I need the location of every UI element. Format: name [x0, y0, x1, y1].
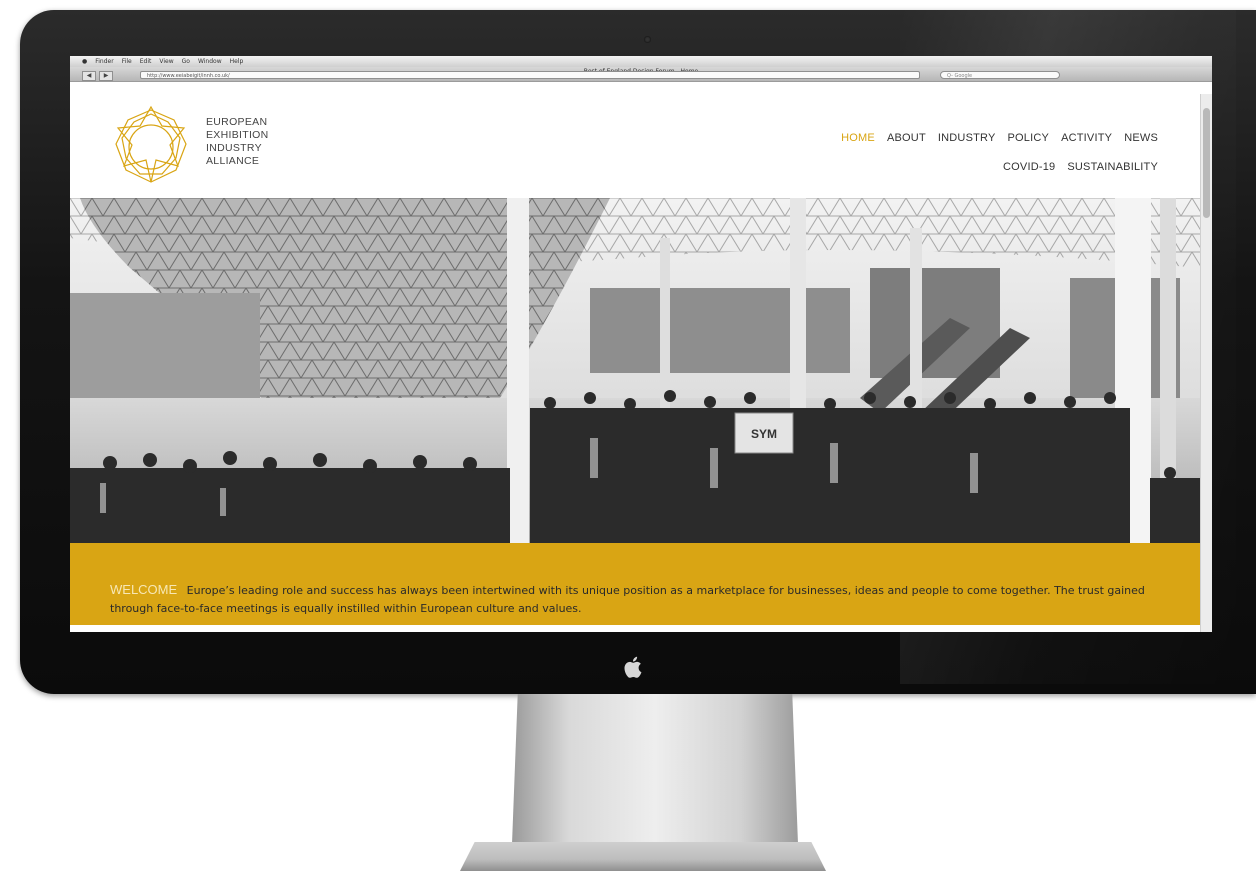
- site-header: EUROPEAN EXHIBITION INDUSTRY ALLIANCE HO…: [70, 94, 1200, 198]
- nav-news[interactable]: NEWS: [1124, 132, 1158, 144]
- back-button[interactable]: ◀: [82, 71, 96, 81]
- logo-line: ALLIANCE: [206, 155, 260, 167]
- monitor-stand-base: [460, 842, 826, 871]
- welcome-label: WELCOME: [110, 582, 178, 597]
- logo-line: EUROPEAN: [206, 116, 268, 128]
- nav-about[interactable]: ABOUT: [887, 132, 926, 144]
- logo-line: EXHIBITION: [206, 129, 269, 141]
- menu-item[interactable]: View: [159, 56, 173, 67]
- browser-search-field[interactable]: Q- Google: [940, 71, 1060, 79]
- nav-activity[interactable]: ACTIVITY: [1061, 132, 1112, 144]
- camera: [644, 36, 651, 43]
- menu-item[interactable]: Window: [198, 56, 222, 67]
- screen: ● Finder File Edit View Go Window Help B…: [70, 56, 1212, 632]
- menu-item[interactable]: Finder: [95, 56, 113, 67]
- nav-row: HOME ABOUT INDUSTRY POLICY ACTIVITY NEWS: [841, 132, 1158, 144]
- apple-logo-icon: [619, 654, 649, 684]
- hero-photo: SYM: [70, 198, 1200, 543]
- welcome-body: Europe’s leading role and success has al…: [110, 584, 1145, 615]
- os-menubar: ● Finder File Edit View Go Window Help: [70, 56, 1212, 67]
- scroll-thumb[interactable]: [1203, 108, 1210, 218]
- welcome-banner: WELCOME Europe’s leading role and succes…: [70, 543, 1200, 625]
- forward-button[interactable]: ▶: [99, 71, 113, 81]
- menu-item[interactable]: File: [122, 56, 132, 67]
- welcome-paragraph: WELCOME Europe’s leading role and succes…: [110, 581, 1170, 618]
- hero-image: SYM: [70, 198, 1200, 543]
- menu-item[interactable]: Help: [230, 56, 244, 67]
- menu-item[interactable]: Go: [182, 56, 190, 67]
- apple-menu-icon[interactable]: ●: [82, 56, 87, 67]
- address-bar[interactable]: http://www.eeiabeigit/innh.co.uk/: [140, 71, 920, 79]
- logo-wordmark[interactable]: EUROPEAN EXHIBITION INDUSTRY ALLIANCE: [206, 116, 269, 168]
- page-scrollbar[interactable]: [1200, 94, 1212, 632]
- logo-line: INDUSTRY: [206, 142, 262, 154]
- main-nav: HOME ABOUT INDUSTRY POLICY ACTIVITY NEWS…: [841, 132, 1158, 173]
- logo-icon[interactable]: [106, 102, 196, 192]
- nav-home[interactable]: HOME: [841, 132, 875, 144]
- monitor-stand: [512, 694, 798, 844]
- nav-row: COVID-19 SUSTAINABILITY: [841, 161, 1158, 173]
- exhibitor-sign-text: SYM: [751, 427, 777, 441]
- menu-item[interactable]: Edit: [140, 56, 152, 67]
- nav-sustainability[interactable]: SUSTAINABILITY: [1067, 161, 1158, 173]
- nav-industry[interactable]: INDUSTRY: [938, 132, 996, 144]
- nav-covid-19[interactable]: COVID-19: [1003, 161, 1055, 173]
- browser-nav-buttons: ◀ ▶: [82, 71, 132, 81]
- nav-policy[interactable]: POLICY: [1008, 132, 1050, 144]
